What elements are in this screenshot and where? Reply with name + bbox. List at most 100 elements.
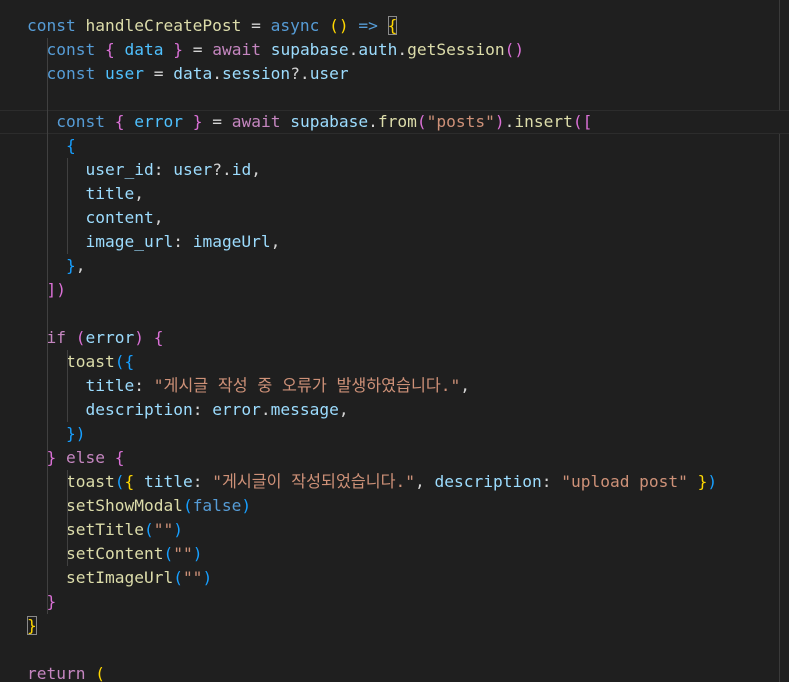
code-token: , [251, 160, 261, 179]
code-token: , [134, 184, 144, 203]
code-line[interactable]: setTitle("") [0, 518, 789, 542]
code-token: false [192, 496, 242, 515]
code-line[interactable] [0, 638, 789, 662]
code-token: const [56, 112, 105, 131]
code-line-text: const handleCreatePost = async () => { [27, 14, 398, 38]
code-token: setShowModal [65, 496, 183, 515]
code-token: . [368, 112, 378, 131]
code-token: toast [65, 352, 115, 371]
code-token: setContent [65, 544, 164, 563]
code-token: return [27, 664, 86, 682]
code-line[interactable]: return ( [0, 662, 789, 682]
code-line[interactable]: if (error) { [0, 326, 789, 350]
code-token: : [134, 376, 154, 395]
code-token: "게시글이 작성되었습니다." [212, 472, 416, 491]
code-line[interactable]: content, [0, 206, 789, 230]
code-token: ) [173, 520, 183, 539]
code-token: ) [241, 496, 252, 515]
code-line[interactable]: setImageUrl("") [0, 566, 789, 590]
code-line[interactable]: toast({ [0, 350, 789, 374]
code-line[interactable]: } [0, 614, 789, 638]
indent-guide [67, 350, 68, 422]
code-token: ( [95, 664, 105, 682]
code-token: ( [163, 544, 174, 563]
code-line-text: const { error } = await supabase.from("p… [27, 111, 592, 133]
code-token: } [173, 40, 183, 59]
code-line-text: }) [27, 422, 86, 446]
code-token: . [504, 112, 515, 131]
code-token: user [309, 64, 349, 83]
code-line[interactable] [0, 86, 789, 110]
code-line-text: { [27, 134, 76, 158]
code-line-text: setTitle("") [27, 518, 183, 542]
code-line[interactable]: setShowModal(false) [0, 494, 789, 518]
code-token: async [270, 16, 320, 35]
code-token: ]) [46, 280, 67, 299]
code-line[interactable]: }) [0, 422, 789, 446]
code-token: data [124, 40, 164, 59]
code-token: ([ [572, 112, 593, 131]
code-editor[interactable]: const handleCreatePost = async () => { c… [0, 0, 789, 682]
code-token: user [104, 64, 144, 83]
code-line[interactable]: const handleCreatePost = async () => { [0, 14, 789, 38]
code-line[interactable]: const { error } = await supabase.from("p… [0, 110, 789, 134]
code-token: . [260, 400, 271, 419]
code-line[interactable]: setContent("") [0, 542, 789, 566]
code-token: : [192, 472, 213, 491]
code-line-text: setContent("") [27, 542, 202, 566]
code-token: message [270, 400, 339, 419]
code-line[interactable]: toast({ title: "게시글이 작성되었습니다.", descript… [0, 470, 789, 494]
indent-guide [67, 158, 68, 254]
code-token: if [46, 328, 67, 347]
code-line[interactable]: user_id: user?.id, [0, 158, 789, 182]
code-token: ( [173, 568, 183, 587]
code-line-text: const { data } = await supabase.auth.get… [27, 38, 525, 62]
code-line-text: } [27, 614, 37, 638]
code-line-text: setImageUrl("") [27, 566, 212, 590]
code-line[interactable]: image_url: imageUrl, [0, 230, 789, 254]
code-line[interactable]: } [0, 590, 789, 614]
code-line[interactable]: ]) [0, 278, 789, 302]
code-line-text: toast({ [27, 350, 134, 374]
code-token: "" [182, 568, 203, 587]
code-token: imageUrl [192, 232, 271, 251]
code-line[interactable]: description: error.message, [0, 398, 789, 422]
code-token: else [66, 448, 105, 467]
code-token: { [153, 328, 164, 347]
code-token: auth [358, 40, 398, 59]
indent-guide [47, 38, 48, 614]
code-token: "" [153, 520, 174, 539]
code-token: error [212, 400, 261, 419]
code-line-text: toast({ title: "게시글이 작성되었습니다.", descript… [27, 470, 717, 494]
code-line[interactable]: { [0, 134, 789, 158]
code-token: ) [202, 568, 213, 587]
code-token: session [221, 64, 291, 83]
code-line[interactable]: } else { [0, 446, 789, 470]
code-token: await [212, 40, 261, 59]
code-token: image_url [85, 232, 174, 251]
code-line[interactable]: const user = data.session?.user [0, 62, 789, 86]
code-token: "게시글 작성 중 오류가 발생하였습니다." [153, 376, 461, 395]
code-token: supabase [290, 112, 369, 131]
code-line[interactable]: const { data } = await supabase.auth.get… [0, 38, 789, 62]
code-line-text: } else { [27, 446, 125, 470]
code-line[interactable] [0, 302, 789, 326]
code-line[interactable]: }, [0, 254, 789, 278]
code-line[interactable]: title: "게시글 작성 중 오류가 발생하였습니다.", [0, 374, 789, 398]
code-token: description [434, 472, 542, 491]
code-line[interactable]: title, [0, 182, 789, 206]
code-token: { [114, 448, 125, 467]
code-token: , [270, 232, 281, 251]
